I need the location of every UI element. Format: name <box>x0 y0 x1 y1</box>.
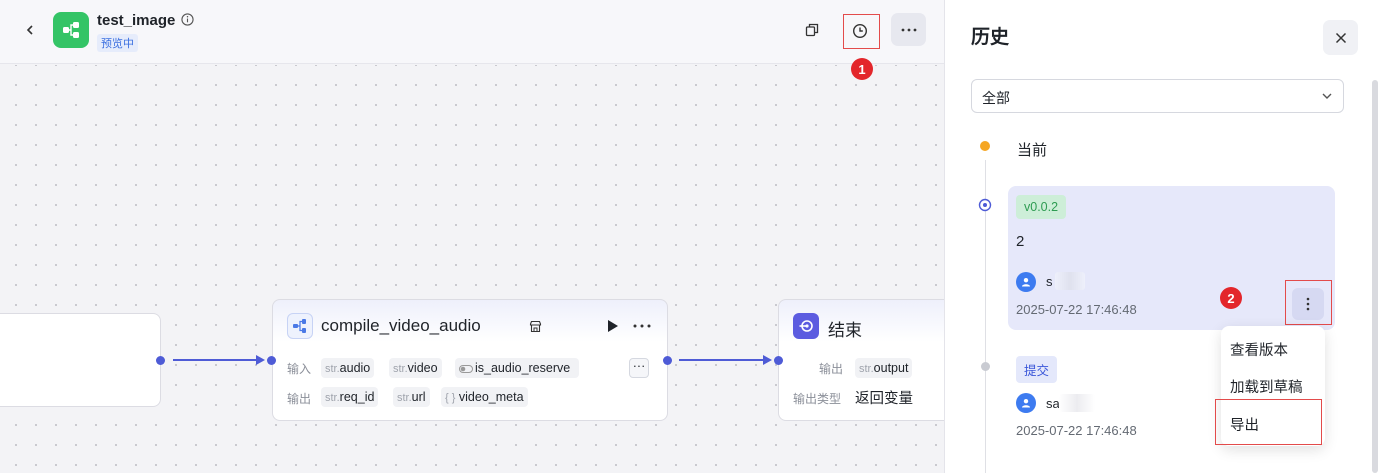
compile-video-audio-node[interactable]: compile_video_audio 输入 str.audio str.vid… <box>272 299 668 421</box>
panel-title: 历史 <box>971 27 1010 48</box>
end-node-icon <box>793 313 819 339</box>
export-highlight <box>1215 399 1322 445</box>
store-icon <box>529 320 542 333</box>
close-icon <box>1335 32 1346 43</box>
input-name: audio <box>339 361 371 375</box>
end-node[interactable]: 结束 输出 str.output 输出类型 返回变量 <box>778 299 944 421</box>
menu-item-load-to-draft[interactable]: 加载到草稿 <box>1230 376 1303 397</box>
app-title: test_image <box>97 12 176 29</box>
version-timestamp: 2025-07-22 17:46:48 <box>1016 302 1137 317</box>
author-name: sa <box>1046 396 1060 411</box>
output-tag-video-meta: { } video_meta <box>441 387 528 407</box>
chevron-down-icon <box>1322 93 1332 99</box>
panel-scrollbar[interactable] <box>1372 80 1378 473</box>
output-name: req_id <box>339 390 375 404</box>
compile-output-port[interactable] <box>663 356 672 365</box>
version-description: 2 <box>1016 233 1025 250</box>
input-name: is_audio_reserve <box>475 361 571 375</box>
selected-version-dot-icon <box>978 198 992 212</box>
node-more-icon[interactable] <box>633 324 651 328</box>
compile-input-port[interactable] <box>267 356 276 365</box>
output-tag-url: str.url <box>393 387 430 407</box>
info-icon[interactable] <box>181 13 194 26</box>
output-type: str. <box>325 392 340 404</box>
end-output-label: 输出 <box>819 362 844 376</box>
compile-node-title: compile_video_audio <box>321 316 481 335</box>
chevron-left-icon <box>26 25 33 35</box>
input-tag-audio: str.audio <box>321 358 375 378</box>
run-play-icon[interactable] <box>607 319 619 333</box>
user-icon <box>1022 278 1030 287</box>
output-name: url <box>411 390 426 404</box>
more-horizontal-icon <box>901 28 916 31</box>
output-type: { } <box>445 392 456 404</box>
end-output-tag: str.output <box>855 358 913 378</box>
filter-value: 全部 <box>982 90 1010 106</box>
edge-compile-to-end[interactable] <box>679 359 764 361</box>
end-node-title: 结束 <box>828 321 862 340</box>
output-name: video_meta <box>458 390 524 404</box>
output-type: str. <box>859 363 874 375</box>
start-node[interactable] <box>0 313 161 407</box>
outputs-label: 输出 <box>287 392 312 406</box>
edge-arrow-icon <box>256 355 265 365</box>
copy-icon <box>805 23 819 37</box>
toggle-icon <box>459 364 473 373</box>
author-name-redaction <box>1059 394 1095 412</box>
current-label: 当前 <box>1017 142 1048 159</box>
edge-arrow-icon <box>763 355 772 365</box>
current-dot <box>980 141 990 151</box>
author-name: s <box>1046 274 1053 289</box>
header-more-button[interactable] <box>891 13 926 46</box>
avatar <box>1016 393 1036 413</box>
version-more-highlight <box>1285 280 1332 325</box>
copy-button[interactable] <box>802 20 822 40</box>
avatar <box>1016 272 1036 292</box>
inputs-more-button[interactable]: ··· <box>629 358 649 378</box>
close-button[interactable] <box>1323 20 1358 55</box>
input-type: str. <box>325 363 340 375</box>
input-type: str. <box>393 363 408 375</box>
submit-tag: 提交 <box>1016 356 1058 383</box>
history-panel: 历史 全部 当前 v0.0.2 2 s 2025-07-22 17:46:48 … <box>944 0 1384 473</box>
workflow-canvas[interactable]: compile_video_audio 输入 str.audio str.vid… <box>0 65 944 473</box>
input-tag-video: str.video <box>389 358 442 378</box>
author-name-redaction <box>1055 272 1085 290</box>
app-root: test_image 预览中 compile_video_audio 输入 st… <box>0 0 1384 473</box>
end-output-type-value: 返回变量 <box>855 391 913 407</box>
end-output-type-label: 输出类型 <box>793 392 842 406</box>
plugin-icon <box>287 313 313 339</box>
input-name: video <box>407 361 438 375</box>
version-tag: v0.0.2 <box>1016 195 1067 219</box>
commit-dot <box>981 362 990 371</box>
history-filter-select[interactable]: 全部 <box>971 79 1344 113</box>
workflow-app-icon <box>53 12 89 48</box>
back-button[interactable] <box>18 18 42 42</box>
menu-item-view-version[interactable]: 查看版本 <box>1230 339 1288 360</box>
start-node-output-port[interactable] <box>156 356 165 365</box>
end-input-port[interactable] <box>774 356 783 365</box>
status-badge: 预览中 <box>97 34 138 52</box>
output-type: str. <box>397 392 412 404</box>
inputs-label: 输入 <box>287 362 312 376</box>
step-badge-2: 2 <box>1220 287 1242 309</box>
output-name: output <box>873 361 909 375</box>
output-tag-req-id: str.req_id <box>321 387 379 407</box>
step-badge-1: 1 <box>851 58 873 80</box>
edge-start-to-compile[interactable] <box>173 359 257 361</box>
history-button-highlight <box>843 14 880 49</box>
user-icon <box>1022 399 1030 408</box>
input-tag-is-audio-reserve: is_audio_reserve <box>455 358 579 378</box>
top-bar: test_image 预览中 <box>0 0 944 64</box>
commit-timestamp: 2025-07-22 17:46:48 <box>1016 423 1137 438</box>
